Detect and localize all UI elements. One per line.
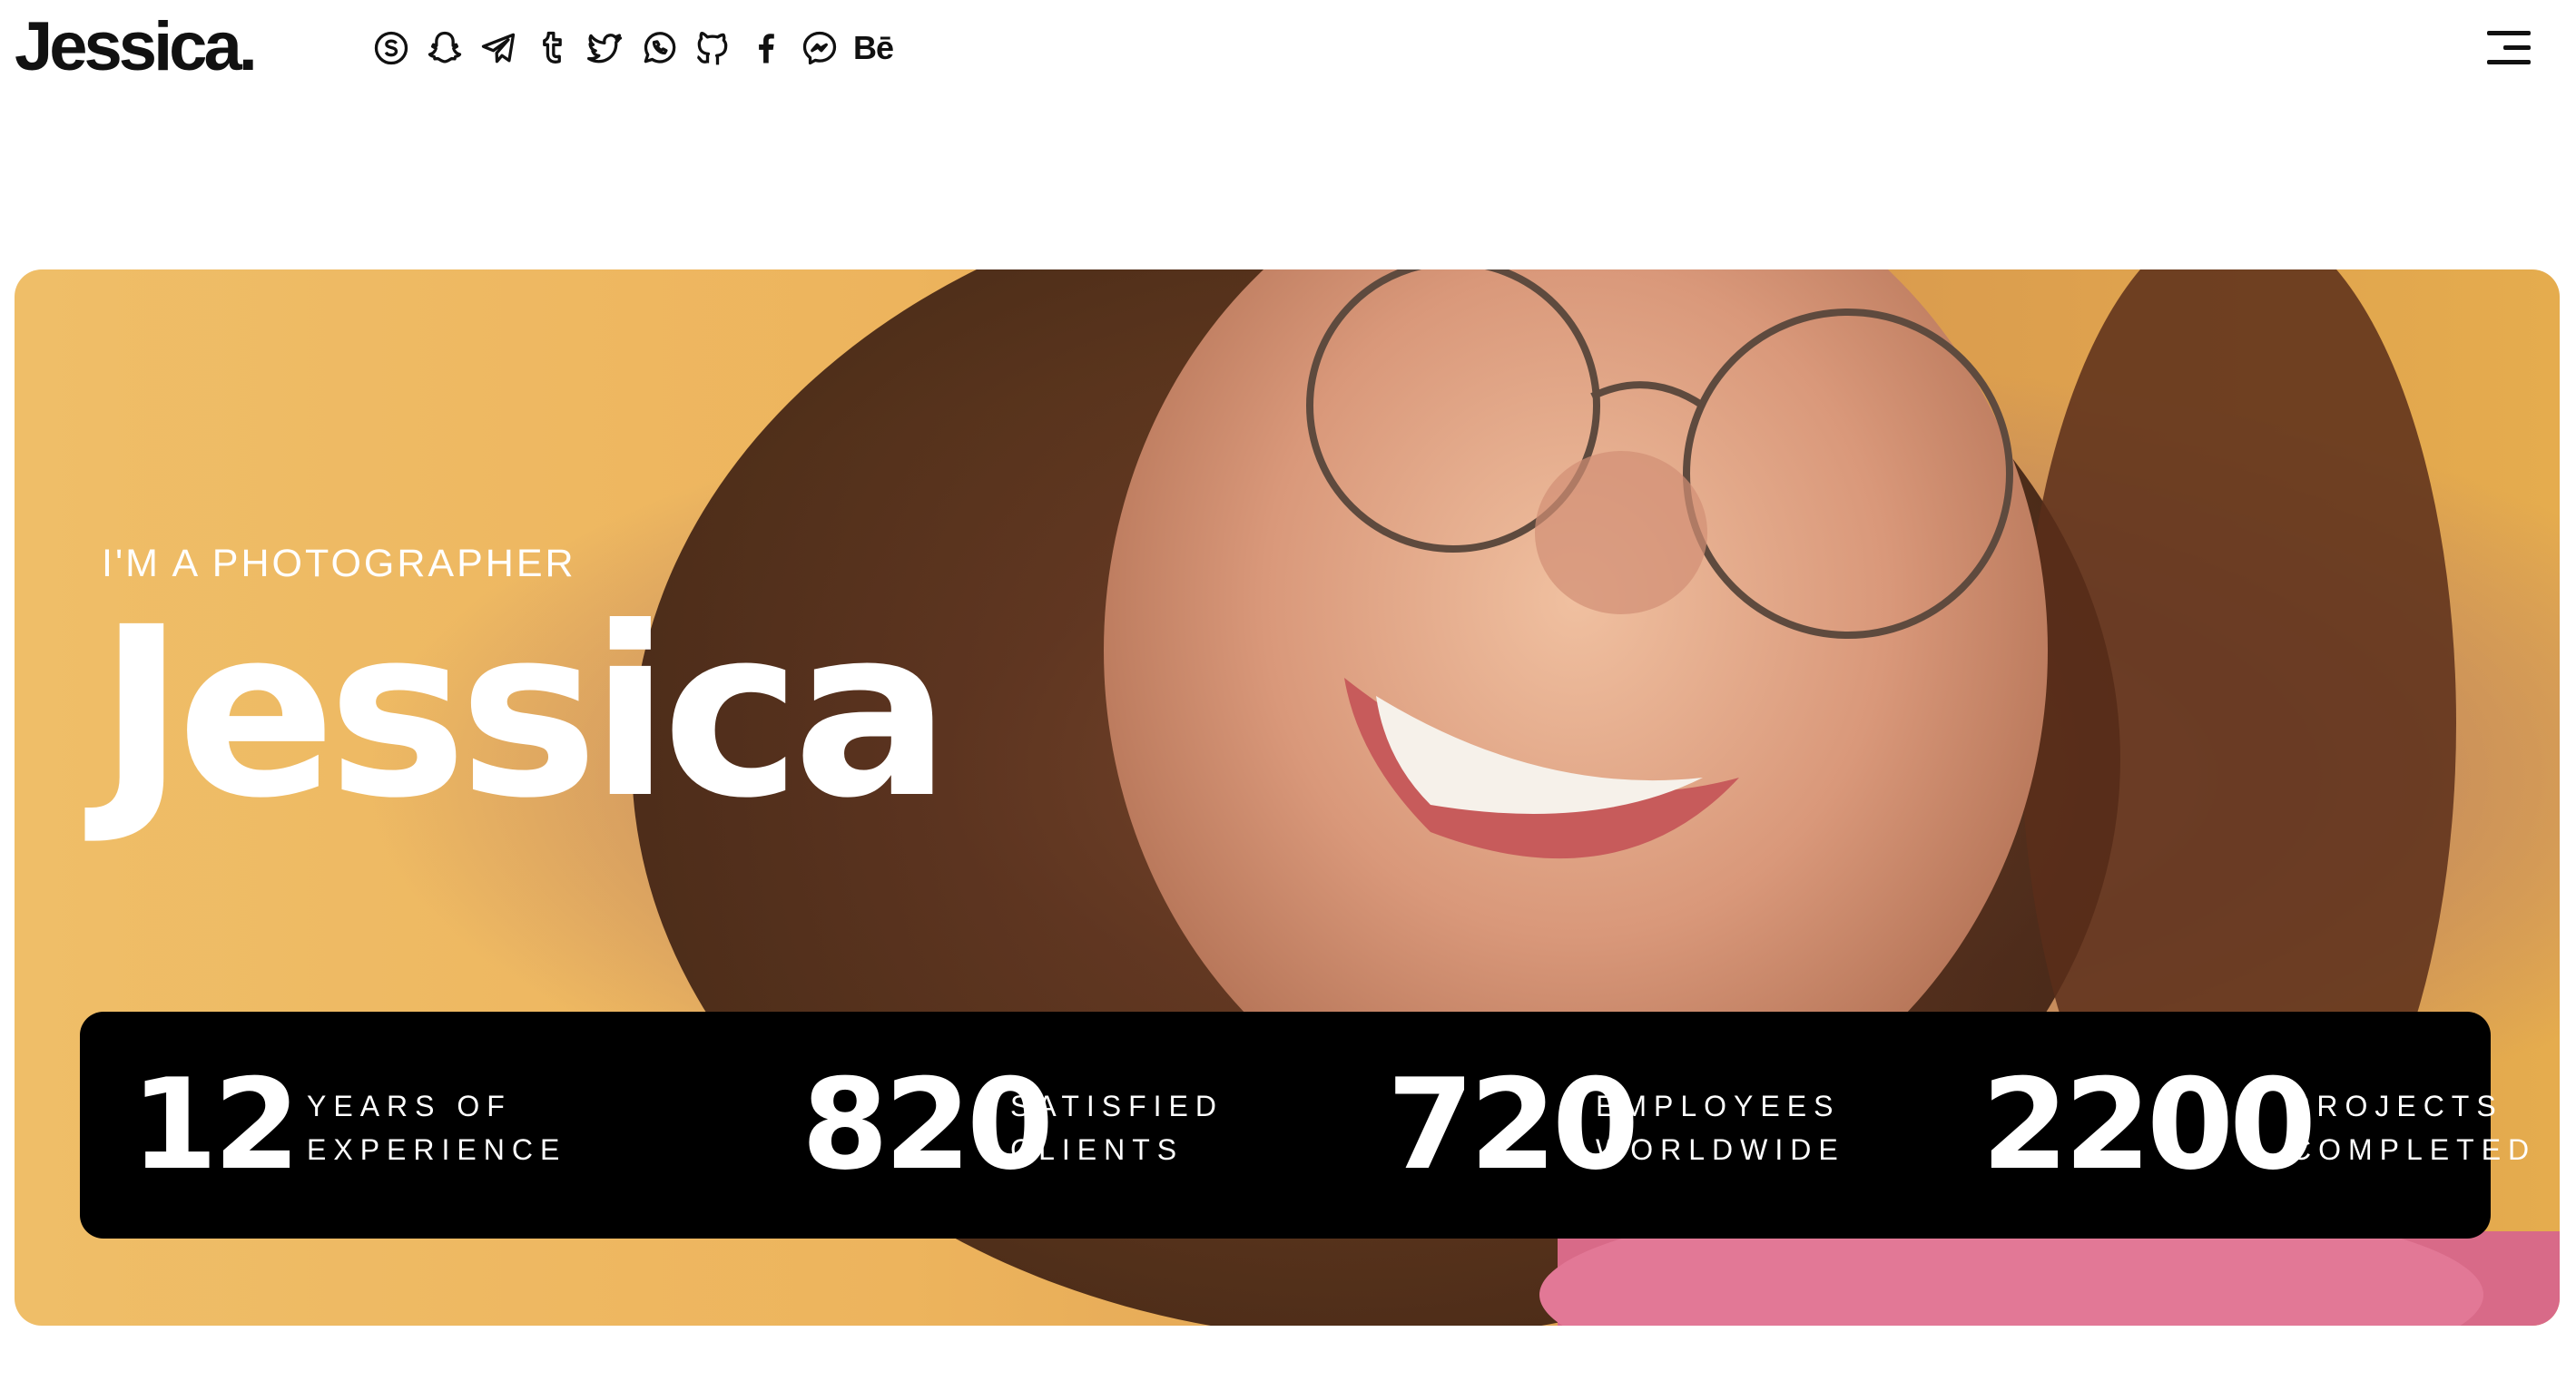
stat-label-line: EMPLOYEES — [1596, 1090, 1841, 1122]
stat-projects: 2200 PROJECTS COMPLETED — [1854, 1012, 2529, 1239]
skype-icon — [374, 31, 408, 65]
stat-label-line: YEARS OF — [307, 1090, 512, 1122]
facebook-link[interactable] — [745, 25, 787, 71]
stat-label: YEARS OF EXPERIENCE — [307, 1084, 566, 1171]
stat-experience: 12 YEARS OF EXPERIENCE — [80, 1012, 674, 1239]
behance-link[interactable]: Bē — [852, 25, 894, 71]
menu-line-top — [2487, 31, 2531, 35]
whatsapp-icon — [644, 32, 676, 64]
menu-line-bottom — [2487, 60, 2531, 64]
stat-label-line: WORLDWIDE — [1596, 1133, 1845, 1166]
telegram-link[interactable] — [477, 25, 519, 71]
site-header: Jessica. Bē — [0, 0, 2576, 104]
snapchat-link[interactable] — [424, 25, 466, 71]
messenger-link[interactable] — [799, 25, 841, 71]
stat-label-line: CLIENTS — [1010, 1133, 1185, 1166]
messenger-icon — [802, 31, 837, 65]
telegram-icon — [481, 33, 516, 64]
twitter-link[interactable] — [585, 25, 626, 71]
stat-label-line: COMPLETED — [2290, 1133, 2537, 1166]
twitter-icon — [587, 34, 623, 64]
snapchat-icon — [428, 31, 462, 64]
menu-line-middle — [2503, 45, 2531, 50]
tumblr-icon — [543, 31, 562, 64]
tumblr-link[interactable] — [531, 25, 573, 71]
stat-label: SATISFIED CLIENTS — [1010, 1084, 1224, 1171]
stat-label-line: SATISFIED — [1010, 1090, 1224, 1122]
hero-banner: I'M A PHOTOGRAPHER Jessica 12 YEARS OF E… — [15, 269, 2560, 1326]
stat-label: PROJECTS COMPLETED — [2290, 1084, 2536, 1171]
whatsapp-link[interactable] — [638, 25, 680, 71]
github-link[interactable] — [692, 25, 733, 71]
github-icon — [696, 32, 728, 65]
stat-label-line: EXPERIENCE — [307, 1133, 567, 1166]
hero-title: Jessica — [98, 577, 951, 849]
skype-link[interactable] — [370, 25, 412, 71]
stat-employees: 720 EMPLOYEES WORLDWIDE — [1260, 1012, 1854, 1239]
stat-label: EMPLOYEES WORLDWIDE — [1596, 1084, 1845, 1171]
hamburger-menu-icon[interactable] — [2487, 27, 2531, 69]
site-logo[interactable]: Jessica. — [15, 13, 258, 82]
stat-value: 2200 — [1981, 1052, 2316, 1198]
stat-label-line: PROJECTS — [2290, 1090, 2503, 1122]
social-links: Bē — [370, 25, 894, 71]
facebook-icon — [759, 34, 774, 64]
behance-icon: Bē — [852, 29, 894, 66]
stat-value: 12 — [131, 1052, 300, 1198]
stats-bar: 12 YEARS OF EXPERIENCE 820 SATISFIED CLI… — [80, 1012, 2529, 1239]
stat-clients: 820 SATISFIED CLIENTS — [674, 1012, 1260, 1239]
